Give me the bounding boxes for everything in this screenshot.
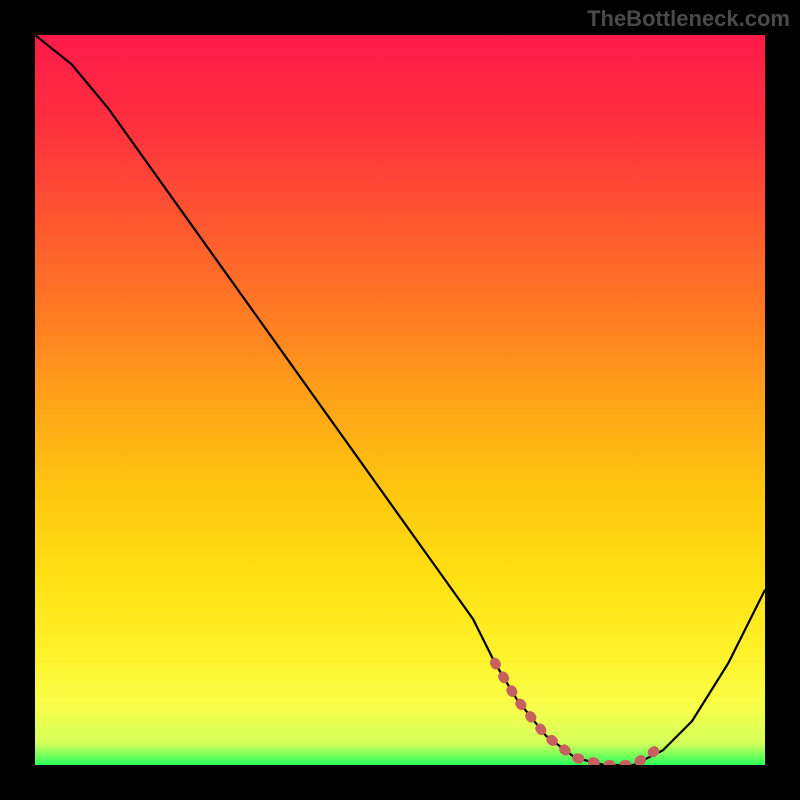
curve-layer xyxy=(35,35,765,765)
bottleneck-curve xyxy=(35,35,765,765)
plot-area xyxy=(35,35,765,765)
watermark-text: TheBottleneck.com xyxy=(587,6,790,32)
highlight-band xyxy=(495,663,656,765)
